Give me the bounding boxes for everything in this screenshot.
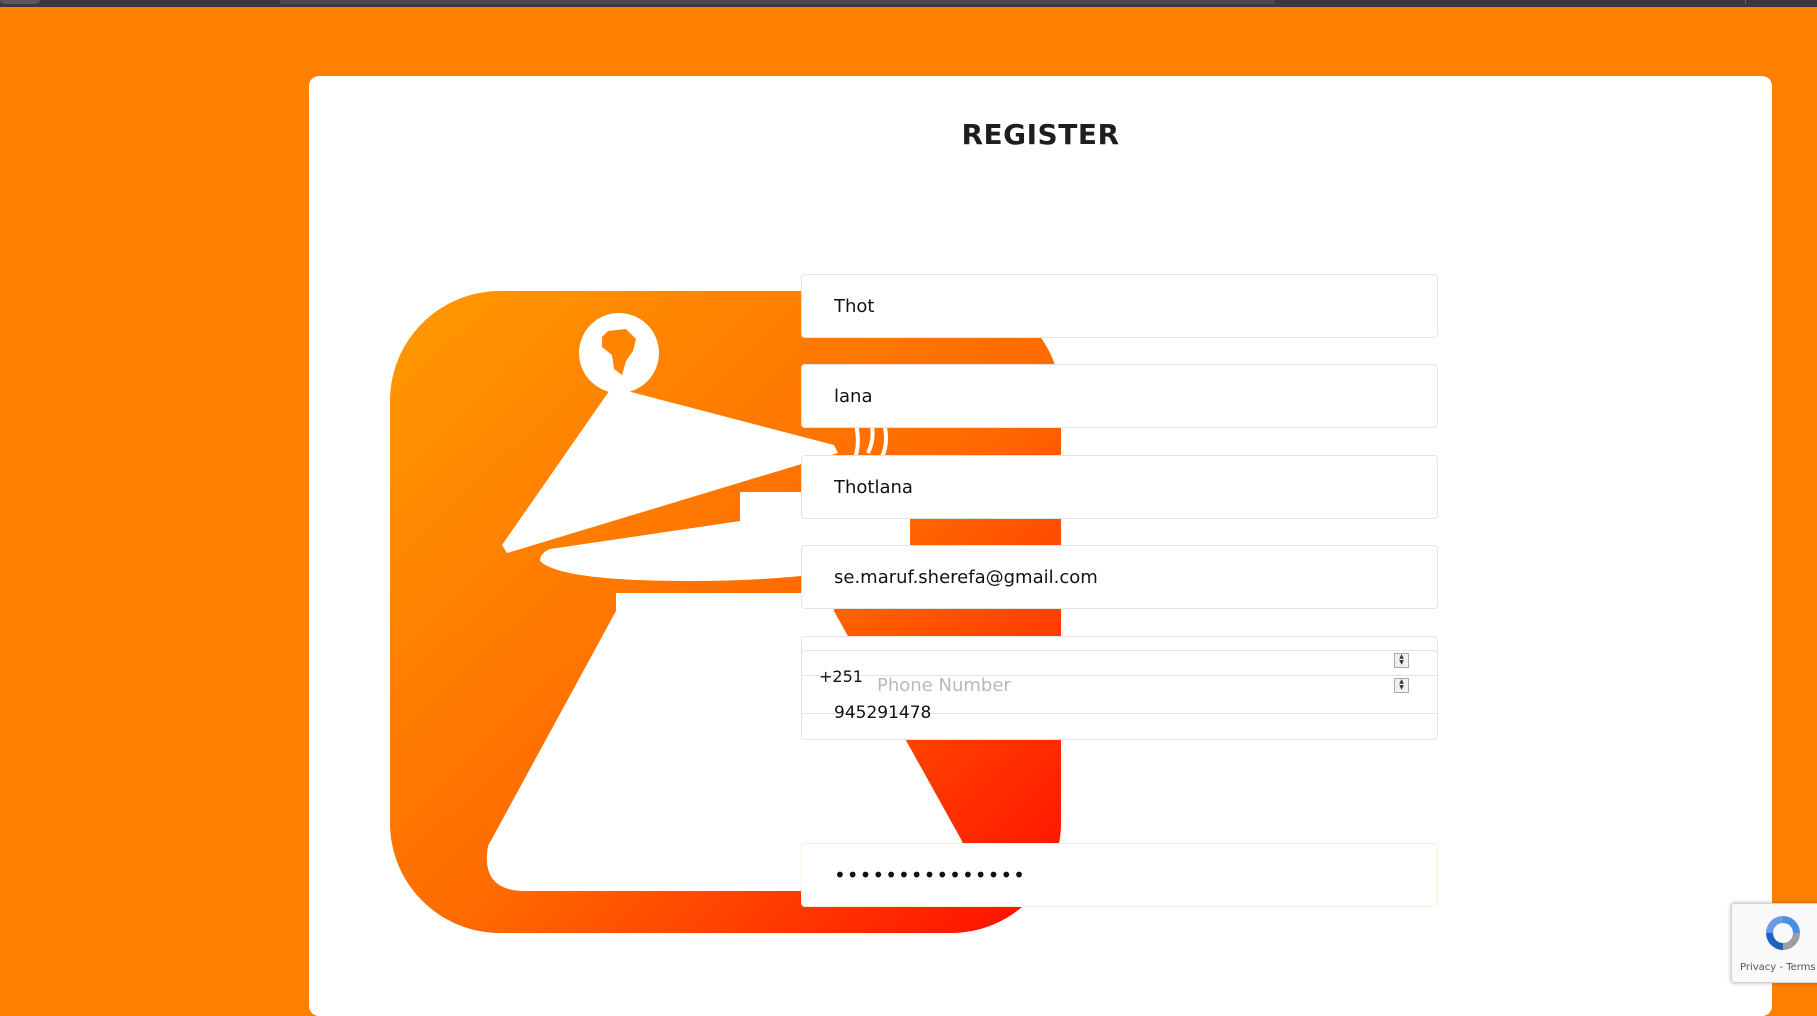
privacy-link[interactable]: Privacy <box>1740 962 1776 973</box>
page-title: REGISTER <box>961 118 1120 151</box>
username-input[interactable] <box>834 456 1394 518</box>
phone-input[interactable]: 945291478 <box>834 703 931 723</box>
email-field[interactable] <box>801 545 1438 609</box>
browser-tab[interactable] <box>0 0 40 4</box>
last-name-field[interactable] <box>801 364 1438 428</box>
address-bar[interactable] <box>280 0 1275 4</box>
recaptcha-badge[interactable]: Privacy - Terms <box>1731 903 1817 983</box>
password-input[interactable] <box>834 844 1394 906</box>
phone-field[interactable]: +251 Phone Number 945291478 ▲ ▼ ▲ ▼ <box>801 650 1438 740</box>
phone-placeholder[interactable]: Phone Number <box>877 675 1011 696</box>
password-field[interactable] <box>801 843 1438 907</box>
email-input[interactable] <box>834 546 1394 608</box>
last-name-input[interactable] <box>834 365 1394 427</box>
terms-link[interactable]: Terms <box>1786 962 1815 973</box>
first-name-field[interactable] <box>801 274 1438 338</box>
phone-spinner-bottom[interactable]: ▲ ▼ <box>1394 678 1409 693</box>
browser-top-strip <box>0 0 1817 7</box>
phone-spinner-top[interactable]: ▲ ▼ <box>1394 653 1409 668</box>
username-field[interactable] <box>801 455 1438 519</box>
recaptcha-icon <box>1766 916 1800 950</box>
first-name-input[interactable] <box>834 275 1394 337</box>
link-separator: - <box>1776 962 1787 973</box>
recaptcha-links: Privacy - Terms <box>1740 962 1816 973</box>
toolbar-separator <box>1745 0 1746 4</box>
country-code[interactable]: +251 <box>819 667 863 686</box>
